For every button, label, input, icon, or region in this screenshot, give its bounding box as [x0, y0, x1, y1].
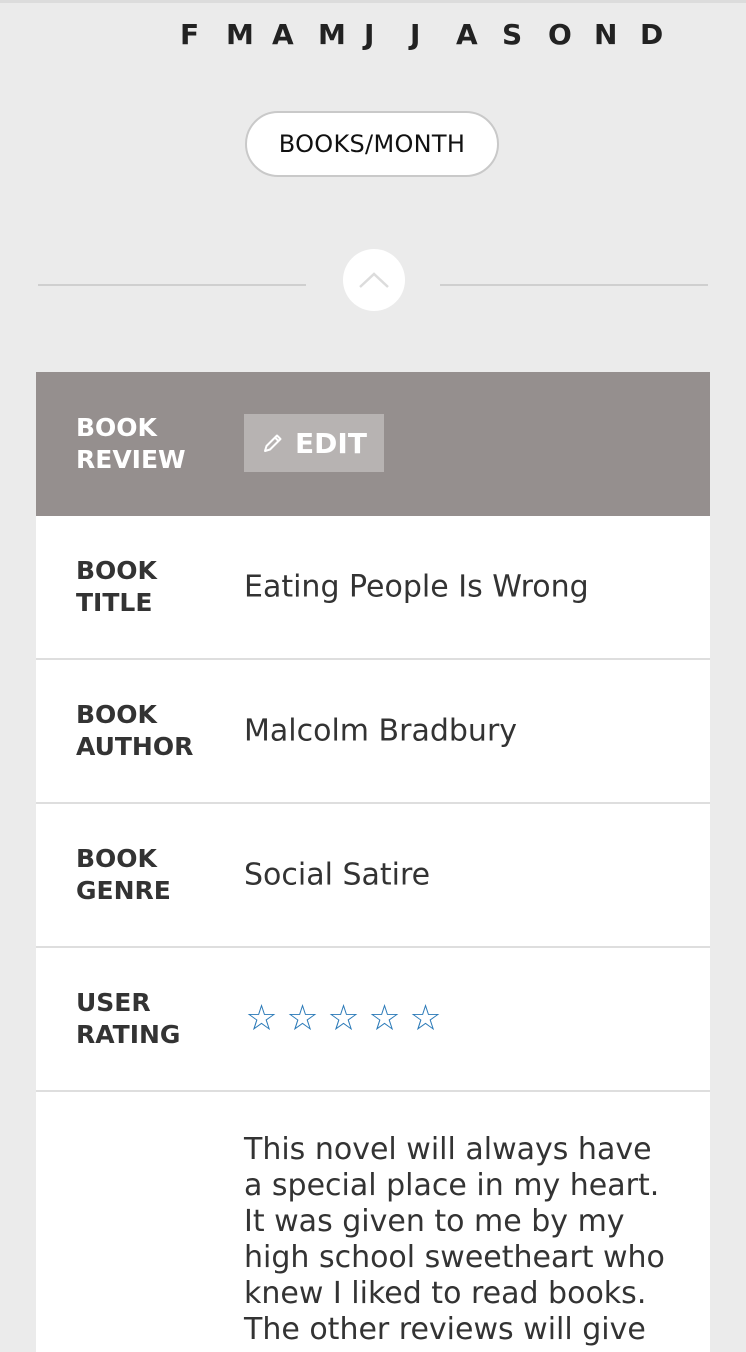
star-rating[interactable]: ☆ ☆ ☆ ☆ ☆: [244, 1001, 443, 1037]
star-icon[interactable]: ☆: [326, 1001, 361, 1037]
month-label: F: [180, 18, 200, 51]
book-review-heading: BOOK REVIEW: [76, 413, 186, 474]
month-label: A: [456, 18, 478, 51]
review-header-row: BOOK REVIEW EDIT: [36, 372, 710, 516]
review-text-row: This novel will always have a special pl…: [36, 1092, 710, 1352]
book-review-table: BOOK REVIEW EDIT BOOK TITLE Eating Peopl…: [36, 372, 710, 1352]
month-label: N: [594, 18, 618, 51]
book-author-label: BOOK AUTHOR: [76, 700, 194, 761]
top-border: [0, 0, 746, 3]
star-icon[interactable]: ☆: [244, 1001, 279, 1037]
chevron-up-icon: [359, 272, 389, 288]
book-title-value: Eating People Is Wrong: [244, 569, 589, 605]
month-label: M: [318, 18, 346, 51]
book-author-value: Malcolm Bradbury: [244, 713, 518, 749]
pencil-icon: [264, 434, 282, 452]
book-genre-value: Social Satire: [244, 857, 431, 893]
month-label: A: [272, 18, 294, 51]
month-label: J: [410, 18, 421, 51]
book-genre-row: BOOK GENRE Social Satire: [36, 804, 710, 948]
book-title-row: BOOK TITLE Eating People Is Wrong: [36, 516, 710, 660]
book-author-row: BOOK AUTHOR Malcolm Bradbury: [36, 660, 710, 804]
collapse-button[interactable]: [343, 249, 405, 311]
star-icon[interactable]: ☆: [367, 1001, 402, 1037]
month-label: D: [640, 18, 664, 51]
month-axis-labels: F M A M J J A S O N D: [180, 18, 686, 51]
month-label: M: [226, 18, 254, 51]
month-label: O: [548, 18, 572, 51]
user-rating-row: USER RATING ☆ ☆ ☆ ☆ ☆: [36, 948, 710, 1092]
divider-left: [38, 284, 306, 286]
books-per-month-button[interactable]: BOOKS/MONTH: [245, 111, 499, 177]
book-genre-label: BOOK GENRE: [76, 844, 171, 905]
book-title-label: BOOK TITLE: [76, 556, 157, 617]
divider-right: [440, 284, 708, 286]
user-rating-label: USER RATING: [76, 988, 181, 1049]
star-icon[interactable]: ☆: [285, 1001, 320, 1037]
month-label: S: [502, 18, 523, 51]
star-icon[interactable]: ☆: [408, 1001, 443, 1037]
review-text: This novel will always have a special pl…: [244, 1132, 665, 1347]
edit-button[interactable]: EDIT: [244, 414, 384, 472]
month-label: J: [364, 18, 375, 51]
edit-label: EDIT: [295, 426, 367, 460]
